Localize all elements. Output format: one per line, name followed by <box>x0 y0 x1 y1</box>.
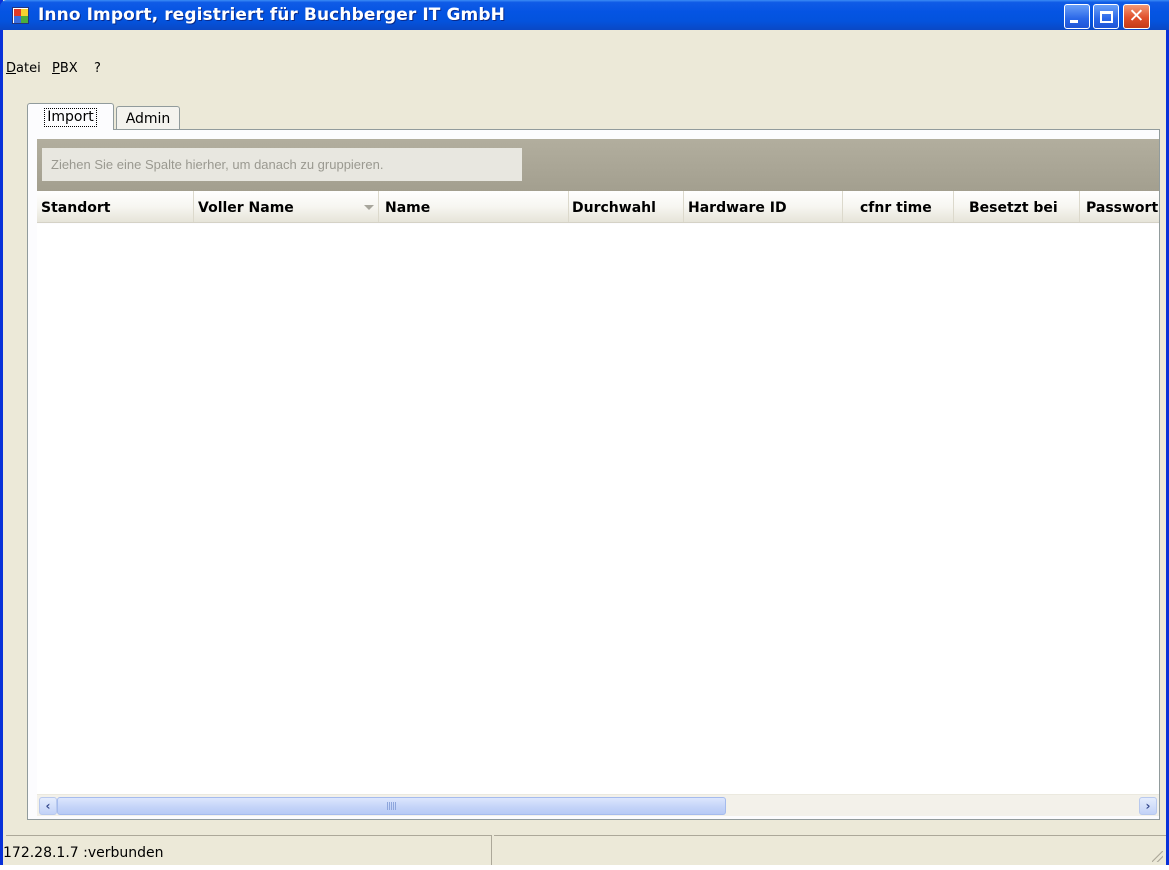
maximize-icon <box>1099 10 1113 23</box>
close-icon: ✕ <box>1128 5 1145 27</box>
import-tab-panel: Ziehen Sie eine Spalte hierher, um danac… <box>27 129 1160 820</box>
menu-help[interactable]: ? <box>94 61 101 76</box>
close-button[interactable]: ✕ <box>1123 4 1150 29</box>
column-header-standort[interactable]: Standort <box>37 191 194 222</box>
menu-pbx[interactable]: PBX <box>52 61 78 76</box>
resize-grip-icon[interactable] <box>1152 851 1163 862</box>
column-header-durchwahl[interactable]: Durchwahl <box>569 191 684 222</box>
minimize-icon <box>1070 20 1078 23</box>
horizontal-scrollbar[interactable]: ‹ › <box>37 794 1159 816</box>
column-header-name[interactable]: Name <box>379 191 569 222</box>
column-header-passwort[interactable]: Passwort <box>1080 191 1159 222</box>
sort-descending-icon <box>364 205 374 210</box>
status-bar: 172.28.1.7 :verbunden <box>3 830 1166 865</box>
menu-datei[interactable]: Datei <box>6 61 41 76</box>
status-panel-connection: 172.28.1.7 :verbunden <box>3 835 492 865</box>
group-by-panel[interactable]: Ziehen Sie eine Spalte hierher, um danac… <box>37 139 1159 191</box>
app-icon[interactable] <box>12 7 29 24</box>
maximize-button[interactable] <box>1093 4 1119 29</box>
connection-status: 172.28.1.7 :verbunden <box>3 845 164 861</box>
scroll-left-arrow-icon: ‹ <box>45 799 51 813</box>
tab-admin-label: Admin <box>125 110 171 127</box>
menu-bar: Datei PBX ? <box>3 30 1166 86</box>
column-header-hardware-id[interactable]: Hardware ID <box>684 191 843 222</box>
window-title: Inno Import, registriert für Buchberger … <box>38 5 505 25</box>
title-bar[interactable]: Inno Import, registriert für Buchberger … <box>0 0 1169 30</box>
scroll-left-button[interactable]: ‹ <box>39 797 57 815</box>
status-panel-empty <box>494 835 1166 865</box>
grid-body[interactable] <box>37 224 1159 794</box>
column-header-besetzt-bei[interactable]: Besetzt bei <box>954 191 1080 222</box>
scroll-thumb[interactable] <box>57 797 726 815</box>
scroll-right-button[interactable]: › <box>1139 797 1157 815</box>
column-header-voller-name[interactable]: Voller Name <box>194 191 379 222</box>
scroll-right-arrow-icon: › <box>1145 799 1151 813</box>
tab-admin[interactable]: Admin <box>116 106 180 130</box>
grip-icon <box>387 802 396 810</box>
group-by-hint: Ziehen Sie eine Spalte hierher, um danac… <box>42 148 522 181</box>
tab-import[interactable]: Import <box>27 103 114 130</box>
minimize-button[interactable] <box>1064 4 1090 29</box>
tab-import-label: Import <box>44 107 97 127</box>
main-window: Inno Import, registriert für Buchberger … <box>0 0 1169 865</box>
column-header-cfnr-time[interactable]: cfnr time <box>843 191 954 222</box>
grid-header: Standort Voller Name Name Durchwahl Hard… <box>37 191 1159 223</box>
